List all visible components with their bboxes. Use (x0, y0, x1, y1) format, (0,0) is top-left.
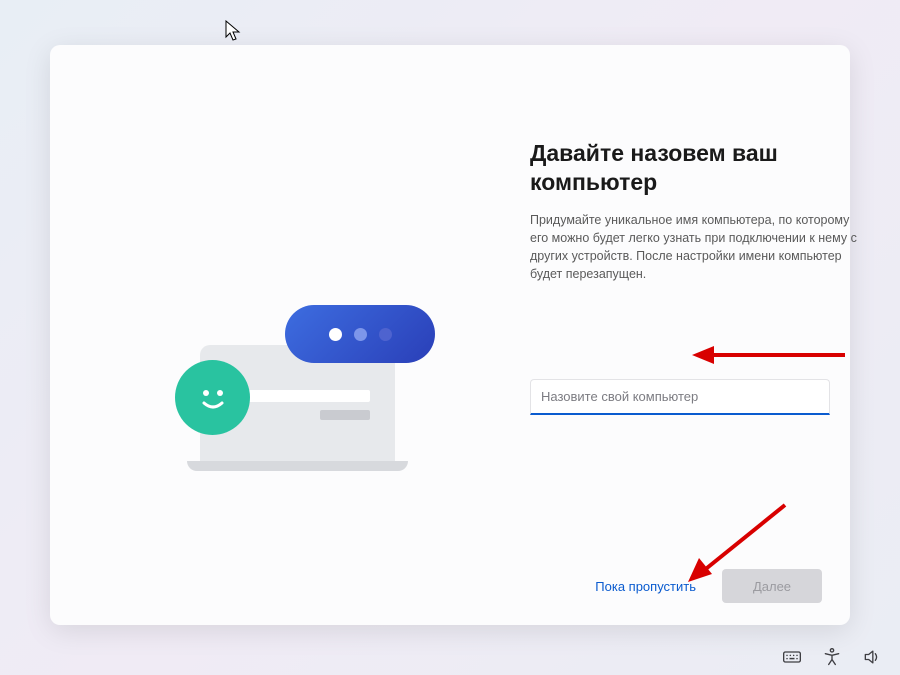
device-name-input[interactable] (530, 379, 830, 415)
device-name-field-wrap (530, 379, 830, 415)
page-title: Давайте назовем ваш компьютер (530, 139, 890, 197)
page-description: Придумайте уникальное имя компьютера, по… (530, 211, 860, 284)
action-bar: Пока пропустить Далее (591, 569, 822, 603)
smiley-icon (175, 360, 250, 435)
volume-icon[interactable] (862, 647, 882, 667)
accessibility-icon[interactable] (822, 647, 842, 667)
system-tray (782, 647, 882, 667)
cursor-icon (225, 20, 241, 42)
chat-bubble-icon (285, 305, 435, 363)
setup-panel: Давайте назовем ваш компьютер Придумайте… (50, 45, 850, 625)
illustration (165, 305, 415, 485)
content-column: Давайте назовем ваш компьютер Придумайте… (530, 139, 890, 283)
next-button: Далее (722, 569, 822, 603)
skip-button[interactable]: Пока пропустить (591, 571, 700, 602)
keyboard-icon[interactable] (782, 647, 802, 667)
